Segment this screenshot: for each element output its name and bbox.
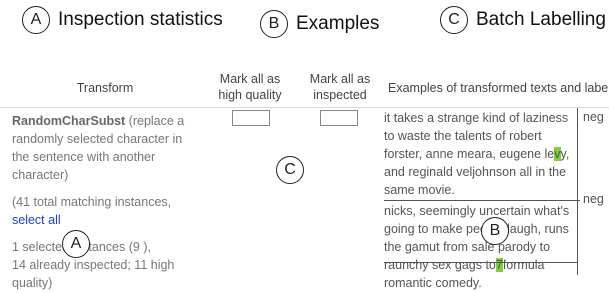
transform-cell: RandomCharSubst (replace a randomly sele… <box>12 112 202 292</box>
overlay-b-circle: B <box>481 217 509 245</box>
annotation-inspection-statistics: A Inspection statistics <box>22 6 223 34</box>
header-transform: Transform <box>76 81 134 95</box>
overlay-c-circle: C <box>276 156 304 184</box>
selected-instances: 1 selected instances (9 ), <box>12 240 151 254</box>
annotation-c-circle: C <box>440 6 468 34</box>
matching-instances-text: (41 total matching instances, <box>12 195 172 209</box>
transform-description: RandomCharSubst (replace a randomly sele… <box>12 112 202 184</box>
header-examples: Examples of transformed texts and labels <box>388 81 609 95</box>
example-label: neg <box>583 192 604 206</box>
mark-inspected-checkbox[interactable] <box>320 110 358 126</box>
header-mark-high-quality: Mark all as high quality <box>218 72 282 102</box>
examples-list: it takes a strange kind of laziness to w… <box>384 108 580 293</box>
annotation-batch-labelling: C Batch Labelling <box>440 6 606 34</box>
annotation-examples: B Examples <box>260 10 379 38</box>
annotation-c-text: Batch Labelling <box>476 9 606 30</box>
annotation-b-text: Examples <box>296 13 380 34</box>
example-label: neg <box>583 110 604 124</box>
inspected-stats: 14 already inspected; 11 high quality) <box>12 258 175 290</box>
matching-instances: (41 total matching instances, select all <box>12 193 202 229</box>
annotation-a-circle: A <box>22 6 50 34</box>
mark-high-quality-checkbox[interactable] <box>232 110 270 126</box>
header-mark-inspected: Mark all as inspected <box>309 72 371 102</box>
annotation-a-text: Inspection statistics <box>58 9 223 30</box>
example-row: nicks, seemingly uncertain what's going … <box>384 200 580 293</box>
example-highlight: 7 <box>495 258 503 272</box>
label-column-divider <box>577 108 578 275</box>
overlay-a-circle: A <box>62 230 90 258</box>
examples-bottom-divider <box>384 262 577 263</box>
transform-name: RandomCharSubst <box>12 114 126 128</box>
example-text-before: it takes a strange kind of laziness to w… <box>384 111 569 161</box>
annotation-b-circle: B <box>260 10 288 38</box>
example-row: it takes a strange kind of laziness to w… <box>384 108 580 200</box>
select-all-link[interactable]: select all <box>12 213 61 227</box>
